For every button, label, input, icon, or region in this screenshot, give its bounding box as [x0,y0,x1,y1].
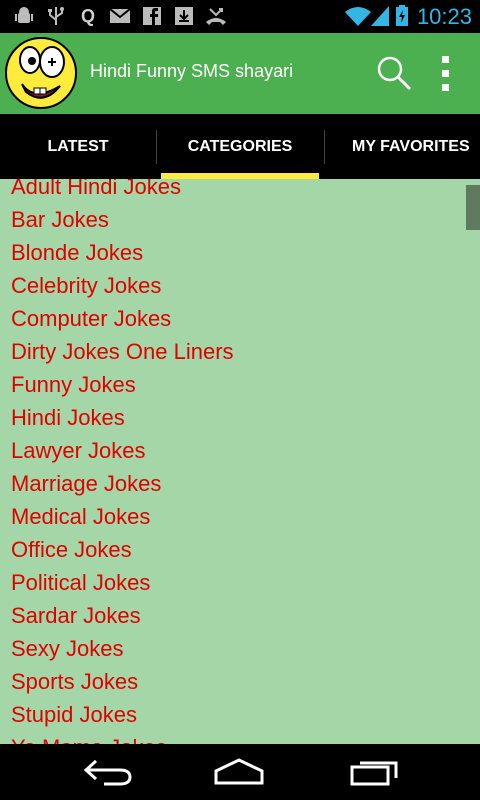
list-item-category[interactable]: Lawyer Jokes [11,434,234,467]
missed-call-icon [204,6,228,26]
tab-divider [156,130,157,164]
app-title: Hindi Funny SMS shayari [90,61,294,81]
list-item-category[interactable]: Marriage Jokes [11,467,234,500]
list-item-category[interactable]: Sardar Jokes [11,599,234,632]
list-item-category[interactable]: Computer Jokes [11,302,234,335]
list-item-category[interactable]: Celebrity Jokes [11,269,234,302]
home-icon[interactable] [199,744,279,800]
android-debug-icon [12,6,36,26]
recent-apps-icon[interactable] [334,744,414,800]
tab-my-favorites[interactable]: MY FAVORITES [330,114,480,179]
list-item-category[interactable]: Blonde Jokes [11,236,234,269]
battery-charging-icon [394,5,410,26]
list-item-category[interactable]: Sexy Jokes [11,632,234,665]
list-item-category[interactable]: Medical Jokes [11,500,234,533]
tab-bar: LATEST CATEGORIES MY FAVORITES [0,114,480,179]
q-icon: Q [80,5,95,26]
list-item-category[interactable]: Sports Jokes [11,665,234,698]
tab-latest[interactable]: LATEST [0,114,156,179]
list-item-category[interactable]: Office Jokes [11,533,234,566]
list-item-category[interactable]: Funny Jokes [11,368,234,401]
back-icon[interactable] [68,744,148,800]
list-item-category[interactable]: Stupid Jokes [11,698,234,731]
status-time: 10:23 [416,4,472,29]
signal-icon [370,6,390,26]
list-item-category[interactable]: Adult Hindi Jokes [11,179,234,203]
facebook-icon [140,6,164,26]
list-item-category[interactable]: Yo Mama Jokes [11,731,234,744]
action-bar: Hindi Funny SMS shayari [0,33,480,114]
tab-categories[interactable]: CATEGORIES [161,114,319,179]
download-icon [172,6,196,26]
wifi-icon [344,6,372,26]
usb-icon [44,6,68,26]
scrollbar-thumb[interactable] [466,185,480,230]
list-item-category[interactable]: Political Jokes [11,566,234,599]
smiley-face-icon[interactable] [4,36,78,110]
system-nav-bar [0,744,480,800]
category-list-container[interactable]: Adult Hindi Jokes Bar Jokes Blonde Jokes… [0,179,480,744]
overflow-menu-icon[interactable] [430,51,460,95]
status-bar: Q 10:23 [0,0,480,33]
tab-divider [324,130,325,164]
category-list: Adult Hindi Jokes Bar Jokes Blonde Jokes… [11,179,234,744]
list-item-category[interactable]: Dirty Jokes One Liners [11,335,234,368]
list-item-category[interactable]: Bar Jokes [11,203,234,236]
mail-icon [108,6,132,26]
list-item-category[interactable]: Hindi Jokes [11,401,234,434]
search-icon[interactable] [372,51,416,95]
